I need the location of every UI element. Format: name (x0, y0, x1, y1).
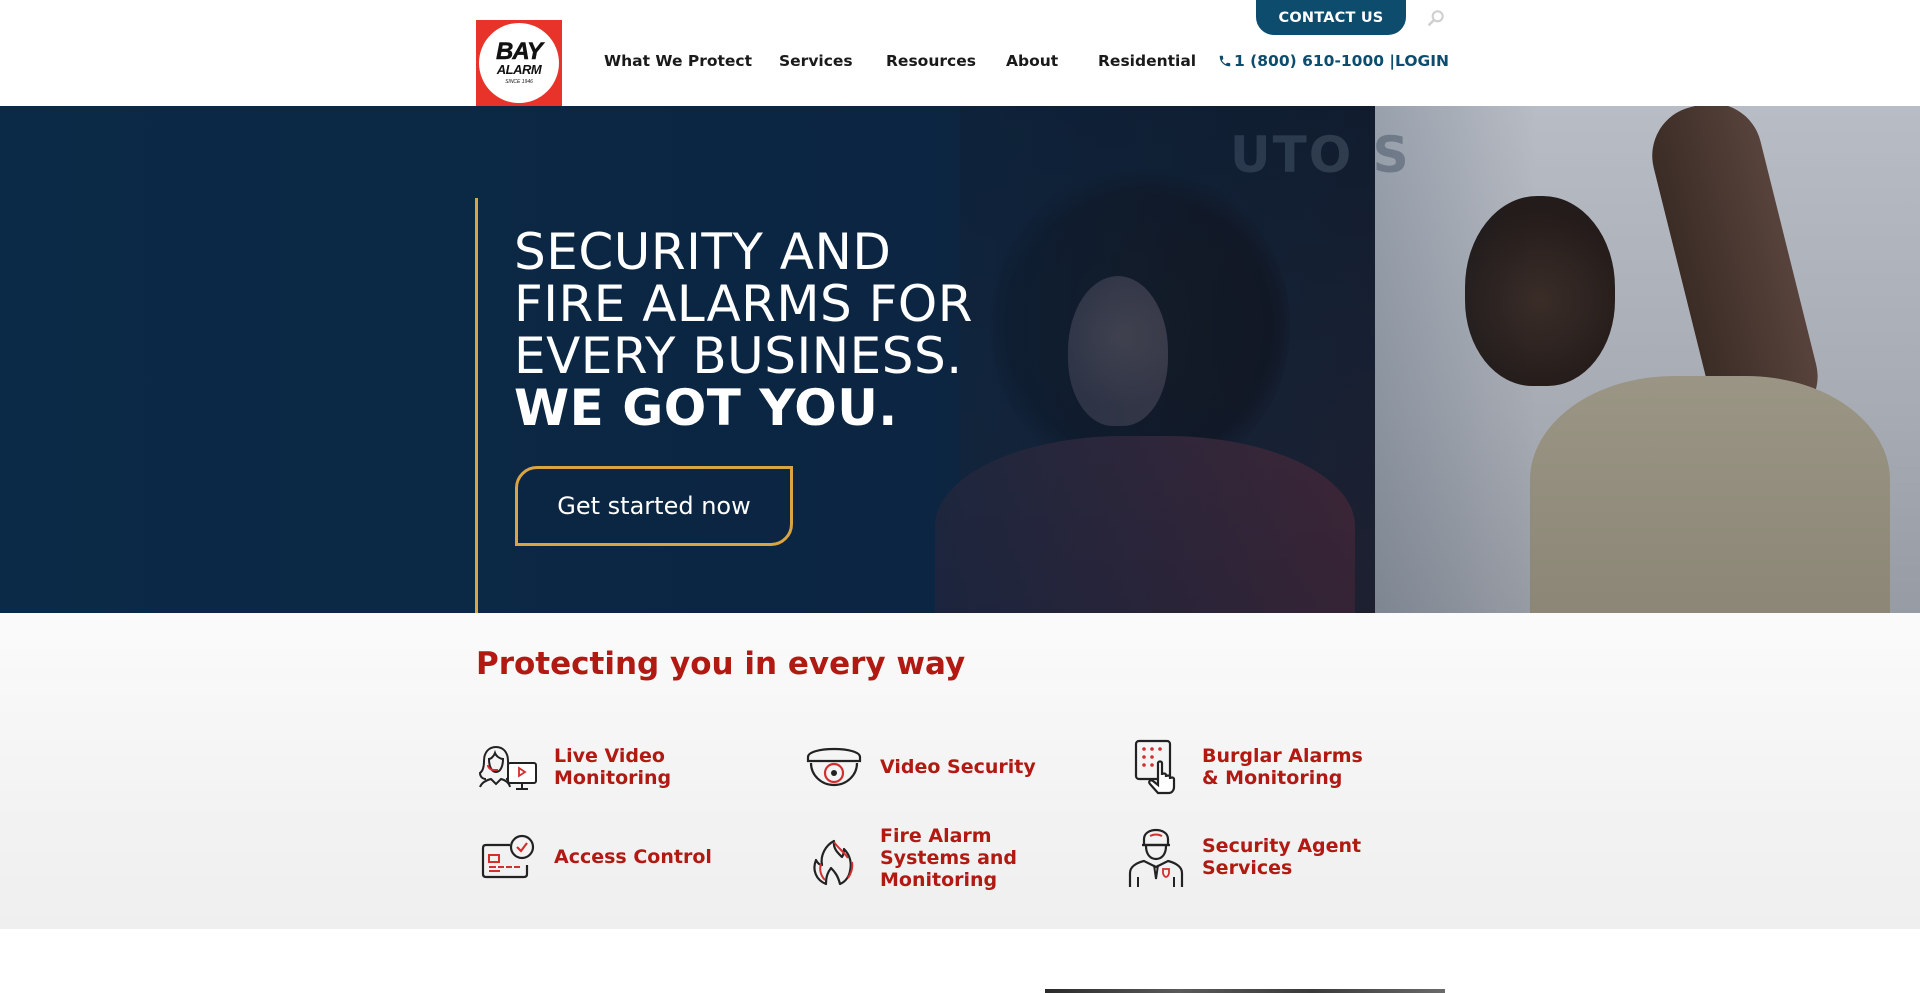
service-label: Burglar Alarms & Monitoring (1202, 745, 1363, 789)
dome-camera-icon (806, 747, 862, 787)
phone-icon (1219, 55, 1231, 67)
phone-link[interactable]: 1 (800) 610-1000 | (1218, 52, 1395, 70)
nav-item-residential[interactable]: Residential (1098, 52, 1196, 70)
hero-headline: SECURITY AND FIRE ALARMS FOR EVERY BUSIN… (514, 226, 973, 434)
services-section: Protecting you in every way Live Video M… (0, 613, 1920, 929)
logo-text-bay: BAY (496, 38, 543, 65)
flame-icon (813, 839, 854, 886)
service-video-security[interactable]: Video Security (802, 735, 1036, 799)
service-access-control[interactable]: Access Control (476, 825, 712, 889)
logo-tagline: SINCE 1946 (505, 79, 533, 85)
service-label: Security Agent Services (1202, 835, 1362, 879)
phone-number: 1 (800) 610-1000 | (1234, 52, 1396, 70)
access-card-icon (481, 834, 535, 879)
video-thumbnail[interactable] (1045, 989, 1445, 993)
service-live-video-monitoring[interactable]: Live Video Monitoring (476, 735, 684, 799)
login-link[interactable]: LOGIN (1395, 52, 1449, 70)
service-label: Live Video Monitoring (554, 745, 672, 789)
services-heading: Protecting you in every way (476, 646, 966, 682)
bay-alarm-logo[interactable]: BAY ALARM SINCE 1946 (476, 20, 562, 106)
nav-item-resources[interactable]: Resources (886, 52, 976, 70)
live-video-monitoring-icon (478, 745, 537, 790)
service-label: Video Security (880, 756, 1036, 778)
next-section (0, 929, 1920, 993)
hero-headline-line: EVERY BUSINESS. (514, 327, 963, 385)
nav-item-about[interactable]: About (1006, 52, 1058, 70)
hero-banner: UTO S SECURITY AND FIRE ALARMS FOR EVERY… (0, 106, 1920, 613)
hero-headline-line: SECURITY AND (514, 223, 892, 281)
nav-item-services[interactable]: Services (779, 52, 853, 70)
hero-headline-emphasis: WE GOT YOU. (514, 379, 898, 437)
service-burglar-alarms[interactable]: Burglar Alarms & Monitoring (1124, 735, 1372, 799)
site-header: BAY ALARM SINCE 1946 What We Protect Ser… (0, 0, 1920, 106)
logo-text-alarm: ALARM (496, 62, 542, 77)
get-started-button[interactable]: Get started now (515, 466, 793, 546)
search-icon[interactable] (1426, 8, 1446, 28)
keypad-icon (1134, 739, 1176, 795)
service-security-agent[interactable]: Security Agent Services (1124, 825, 1362, 889)
security-guard-icon (1128, 828, 1184, 887)
hero-accent-line (475, 198, 478, 613)
contact-us-button[interactable]: CONTACT US (1256, 0, 1406, 35)
hero-headline-line: FIRE ALARMS FOR (514, 275, 974, 333)
nav-item-what-we-protect[interactable]: What We Protect (604, 52, 752, 70)
service-fire-alarm[interactable]: Fire Alarm Systems and Monitoring (802, 825, 1070, 891)
logo-badge: BAY ALARM SINCE 1946 (479, 23, 559, 103)
service-label: Fire Alarm Systems and Monitoring (880, 825, 1018, 891)
service-label: Access Control (554, 846, 712, 868)
